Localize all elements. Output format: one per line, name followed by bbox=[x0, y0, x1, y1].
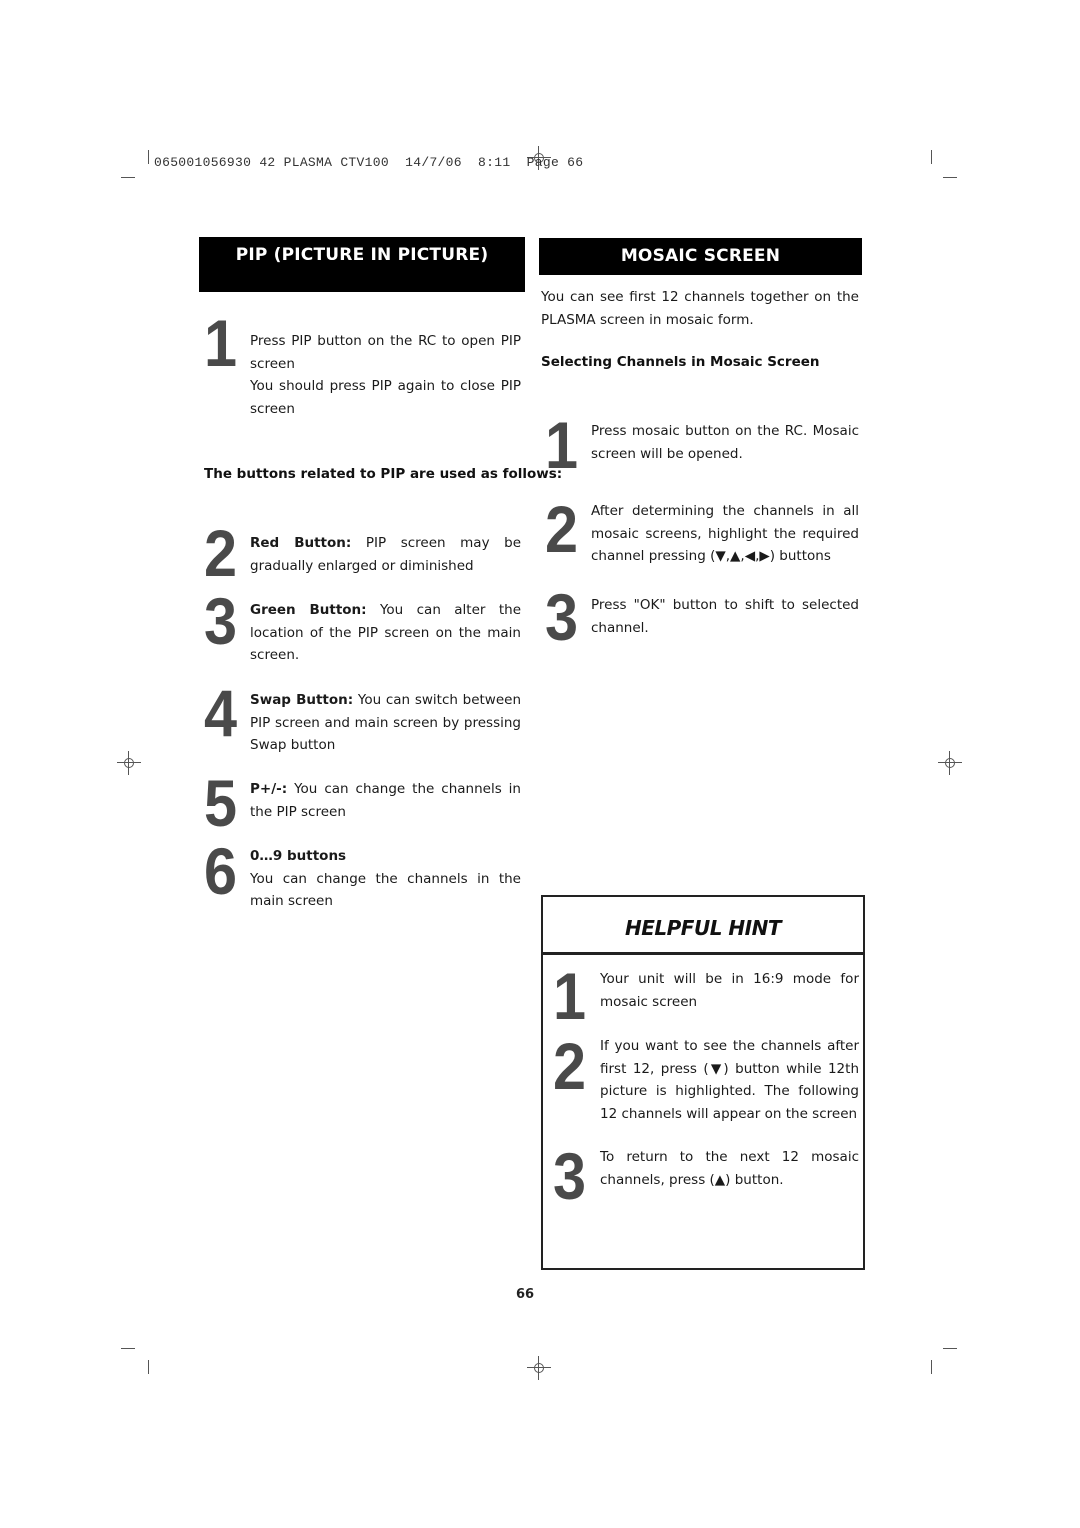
registration-mark-right-icon bbox=[938, 751, 962, 775]
mosaic-step-3: 3 Press "OK" button to shift to selected… bbox=[545, 584, 861, 650]
step-number: 3 bbox=[204, 584, 237, 658]
crop-mark-top-right-horizontal bbox=[943, 177, 957, 178]
pip-step-5: 5 P+/-: You can change the channels in t… bbox=[204, 770, 524, 836]
crop-mark-bottom-right-vertical bbox=[931, 1360, 932, 1374]
step-text: Red Button: PIP screen may be gradually … bbox=[250, 532, 521, 577]
step-number: 3 bbox=[545, 580, 578, 654]
step-number: 1 bbox=[553, 959, 586, 1033]
step-label: Swap Button: bbox=[250, 692, 354, 708]
crop-mark-top-left-vertical bbox=[148, 150, 149, 164]
step-number: 1 bbox=[204, 306, 237, 380]
pip-section-title: PIP (PICTURE IN PICTURE) bbox=[199, 237, 525, 292]
step-number: 6 bbox=[204, 834, 237, 908]
step-text: Green Button: You can alter the location… bbox=[250, 599, 521, 667]
pip-step-1: 1 Press PIP button on the RC to open PIP… bbox=[204, 310, 524, 420]
step-text-line: Press PIP button on the RC to open PIP s… bbox=[250, 333, 521, 372]
crop-mark-bottom-right-horizontal bbox=[943, 1348, 957, 1349]
crop-mark-top-right-vertical bbox=[931, 150, 932, 164]
step-text: Press "OK" button to shift to selected c… bbox=[591, 597, 859, 636]
registration-mark-left-icon bbox=[117, 751, 141, 775]
hint-step-2: 2 If you want to see the channels after … bbox=[553, 1033, 859, 1133]
pip-step-6: 6 0…9 buttons You can change the channel… bbox=[204, 838, 524, 918]
step-number: 1 bbox=[545, 408, 578, 482]
print-slug: 065001056930 42 PLASMA CTV100 14/7/06 8:… bbox=[154, 155, 584, 170]
step-label: Green Button: bbox=[250, 602, 367, 618]
step-body: You can change the channels in the main … bbox=[250, 870, 521, 910]
step-body: You can change the channels in the PIP s… bbox=[250, 781, 521, 820]
step-text: Press PIP button on the RC to open PIP s… bbox=[250, 330, 521, 420]
step-text: After determining the channels in all mo… bbox=[591, 503, 859, 564]
step-label: Red Button: bbox=[250, 535, 352, 551]
step-number: 2 bbox=[204, 516, 237, 590]
step-text: 0…9 buttons You can change the channels … bbox=[250, 845, 521, 913]
hint-step-1: 1 Your unit will be in 16:9 mode for mos… bbox=[553, 963, 859, 1029]
pip-buttons-heading: The buttons related to PIP are used as f… bbox=[204, 466, 563, 482]
step-text-line: You should press PIP again to close PIP … bbox=[250, 378, 521, 417]
mosaic-intro: You can see first 12 channels together o… bbox=[541, 289, 859, 328]
step-number: 2 bbox=[545, 492, 578, 566]
crop-mark-bottom-left-horizontal bbox=[121, 1348, 135, 1349]
pip-step-2: 2 Red Button: PIP screen may be graduall… bbox=[204, 520, 524, 586]
step-label: 0…9 buttons bbox=[250, 848, 347, 864]
step-number: 4 bbox=[204, 676, 237, 750]
pip-step-3: 3 Green Button: You can alter the locati… bbox=[204, 588, 524, 668]
step-number: 2 bbox=[553, 1029, 586, 1103]
mosaic-step-1: 1 Press mosaic button on the RC. Mosaic … bbox=[545, 412, 861, 478]
step-text: Swap Button: You can switch between PIP … bbox=[250, 689, 521, 757]
crop-mark-bottom-left-vertical bbox=[148, 1360, 149, 1374]
helpful-hint-title: HELPFUL HINT bbox=[543, 897, 863, 955]
step-label: P+/-: bbox=[250, 781, 288, 797]
registration-mark-bottom-icon bbox=[527, 1356, 551, 1380]
step-text: To return to the next 12 mosaic channels… bbox=[600, 1149, 859, 1188]
step-text: P+/-: You can change the channels in the… bbox=[250, 778, 521, 823]
hint-step-3: 3 To return to the next 12 mosaic channe… bbox=[553, 1143, 859, 1209]
page-number: 66 bbox=[515, 1287, 535, 1302]
pip-step-4: 4 Swap Button: You can switch between PI… bbox=[204, 680, 524, 760]
mosaic-section-title: MOSAIC SCREEN bbox=[539, 238, 862, 275]
helpful-hint-box: HELPFUL HINT 1 Your unit will be in 16:9… bbox=[541, 895, 865, 1270]
crop-mark-top-left-horizontal bbox=[121, 177, 135, 178]
step-text: If you want to see the channels after fi… bbox=[600, 1038, 859, 1122]
step-text: Press mosaic button on the RC. Mosaic sc… bbox=[591, 423, 859, 462]
step-text: Your unit will be in 16:9 mode for mosai… bbox=[600, 971, 859, 1010]
mosaic-step-2: 2 After determining the channels in all … bbox=[545, 496, 861, 576]
step-number: 3 bbox=[553, 1139, 586, 1213]
step-number: 5 bbox=[204, 766, 237, 840]
mosaic-subheading: Selecting Channels in Mosaic Screen bbox=[541, 354, 820, 370]
